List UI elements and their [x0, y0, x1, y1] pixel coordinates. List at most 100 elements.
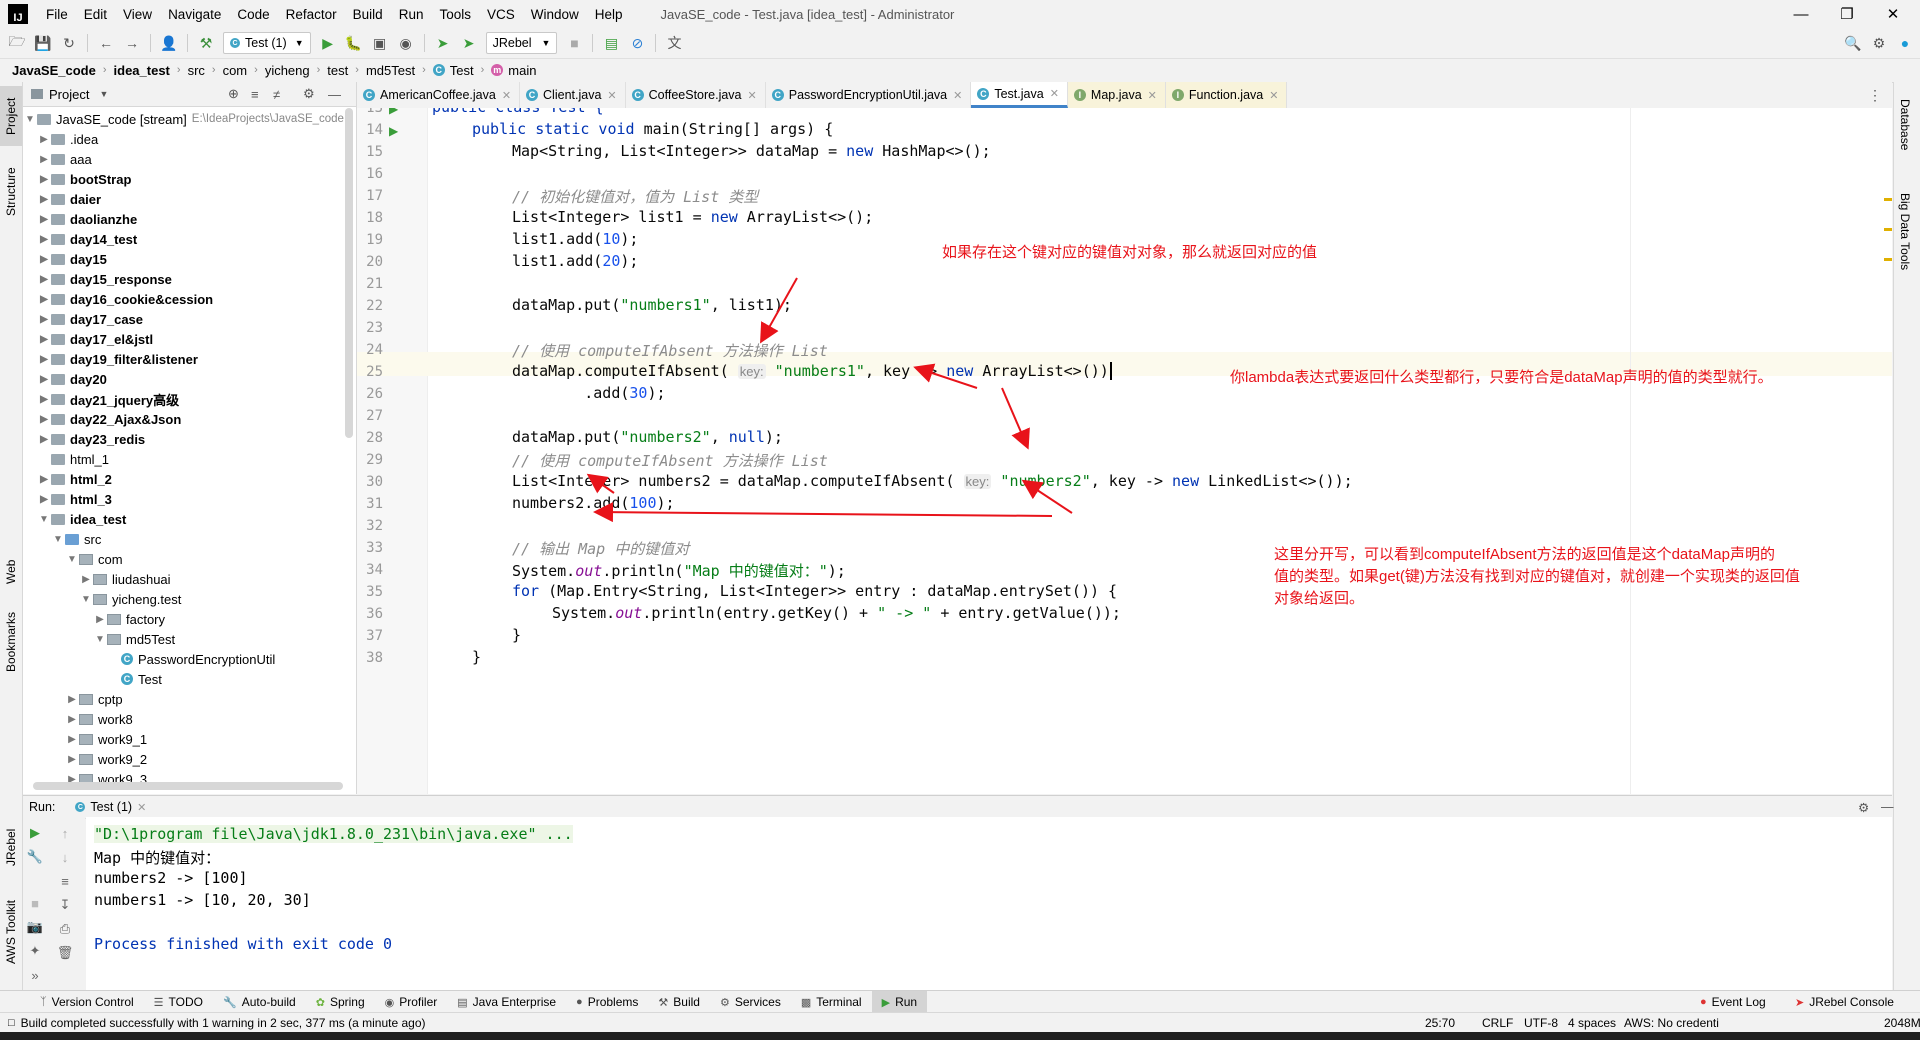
breadcrumb-project[interactable]: JavaSE_code [8, 63, 100, 78]
menu-run[interactable]: Run [391, 7, 432, 22]
close-tab-icon[interactable]: ✕ [1269, 89, 1278, 102]
chevron-right-icon[interactable]: ▶ [37, 274, 51, 285]
minimize-icon[interactable]: — [1778, 0, 1824, 28]
chevron-right-icon[interactable]: ▶ [37, 314, 51, 325]
tool-tab-problems[interactable]: ● Problems [566, 991, 648, 1013]
chevron-down-icon[interactable]: ▼ [51, 534, 65, 545]
close-tab-icon[interactable]: ✕ [748, 89, 757, 102]
tree-item[interactable]: ▶ liudashuai [23, 569, 356, 589]
tree-item[interactable]: ▶ work9_1 [23, 729, 356, 749]
tree-item[interactable]: html_1 [23, 449, 356, 469]
chevron-right-icon[interactable]: ▶ [37, 434, 51, 445]
open-folder-icon[interactable]: 🗁 [4, 31, 30, 55]
chevron-right-icon[interactable]: ▶ [65, 734, 79, 745]
breadcrumb-method[interactable]: main [508, 63, 540, 78]
profile-icon[interactable]: ◉ [393, 31, 419, 55]
menu-tools[interactable]: Tools [431, 7, 479, 22]
camera-icon[interactable]: 📷 [25, 917, 45, 937]
wrench-icon[interactable]: 🔧 [25, 847, 45, 867]
plugin-icon[interactable]: ● [1892, 31, 1918, 55]
chevron-right-icon[interactable]: ▶ [65, 754, 79, 765]
breadcrumb-class[interactable]: Test [450, 63, 478, 78]
tree-item[interactable]: ▶ day17_case [23, 309, 356, 329]
chevron-right-icon[interactable]: ▶ [65, 694, 79, 705]
close-tab-icon[interactable]: ✕ [137, 801, 146, 814]
breadcrumb-src[interactable]: src [184, 63, 209, 78]
chevron-right-icon[interactable]: ▶ [37, 234, 51, 245]
chevron-down-icon[interactable]: ▼ [99, 89, 108, 99]
breadcrumb-module[interactable]: idea_test [110, 63, 174, 78]
chevron-right-icon[interactable]: ▶ [37, 154, 51, 165]
hide-icon[interactable]: — [1881, 800, 1894, 814]
tree-item[interactable]: ▶ aaa [23, 149, 356, 169]
chevron-right-icon[interactable]: ▶ [79, 574, 93, 585]
chevron-down-icon[interactable]: ▼ [23, 114, 37, 125]
tree-item[interactable]: ▶ day20 [23, 369, 356, 389]
chevron-right-icon[interactable]: ▶ [37, 174, 51, 185]
status-icon[interactable]: □ [8, 1017, 15, 1029]
chevron-right-icon[interactable]: ▶ [37, 474, 51, 485]
chevron-right-icon[interactable]: ▶ [37, 374, 51, 385]
close-tab-icon[interactable]: ✕ [953, 89, 962, 102]
tree-item[interactable]: ▼ yicheng.test [23, 589, 356, 609]
tree-item[interactable]: ▶ day15_response [23, 269, 356, 289]
chevron-right-icon[interactable]: ▶ [93, 614, 107, 625]
tree-item[interactable]: ▶ html_3 [23, 489, 356, 509]
tool-tab-java-enterprise[interactable]: ▤ Java Enterprise [447, 991, 566, 1013]
tool-tab-todo[interactable]: ☰ TODO [144, 991, 213, 1013]
jrebel-run-icon[interactable]: ➤ [430, 31, 456, 55]
jrebel-select[interactable]: JRebel ▼ [485, 32, 558, 54]
tree-root[interactable]: ▼ JavaSE_code [stream] E:\IdeaProjects\J… [23, 109, 356, 129]
tree-item[interactable]: ▶ day22_Ajax&Json [23, 409, 356, 429]
arrow-up-icon[interactable]: ↑ [55, 823, 75, 843]
chevron-down-icon[interactable]: ▼ [37, 514, 51, 525]
tab-function[interactable]: I Function.java ✕ [1165, 82, 1288, 108]
coverage-icon[interactable]: ▣ [367, 31, 393, 55]
tree-item[interactable]: ▶ daolianzhe [23, 209, 356, 229]
chevron-down-icon[interactable]: ▼ [93, 634, 107, 645]
tree-item[interactable]: ▼ src [23, 529, 356, 549]
tree-item[interactable]: ▶ work8 [23, 709, 356, 729]
tree-item[interactable]: C Test [23, 669, 356, 689]
tab-client[interactable]: C Client.java ✕ [520, 82, 626, 108]
chevron-down-icon[interactable]: ▼ [65, 554, 79, 565]
tool-tab-terminal[interactable]: ▩ Terminal [791, 991, 872, 1013]
chevron-right-icon[interactable]: ▶ [37, 494, 51, 505]
tool-tab-jrebel[interactable]: JRebel [0, 817, 22, 877]
menu-refactor[interactable]: Refactor [278, 7, 345, 22]
tree-item[interactable]: ▶ daier [23, 189, 356, 209]
jrebel-debug-icon[interactable]: ➤ [456, 31, 482, 55]
tab-test[interactable]: C Test.java ✕ [971, 82, 1068, 108]
gear-icon[interactable]: ⚙ [1866, 31, 1892, 55]
stop-icon[interactable]: ■ [561, 31, 587, 55]
tool-tab-jrebel-console[interactable]: ➤ JRebel Console [1785, 991, 1904, 1013]
tool-tab-web[interactable]: Web [0, 552, 22, 592]
print-icon[interactable]: ⎙ [55, 919, 75, 939]
project-view-select[interactable]: Project [49, 87, 89, 102]
breadcrumb-test[interactable]: test [323, 63, 352, 78]
trash-icon[interactable]: 🗑 [55, 943, 75, 963]
breadcrumb-yicheng[interactable]: yicheng [261, 63, 314, 78]
menu-navigate[interactable]: Navigate [160, 7, 229, 22]
gear-icon[interactable]: ⚙ [1858, 800, 1869, 815]
collapse-all-icon[interactable]: ≠ [273, 87, 280, 102]
memory-indicator[interactable]: 2048M [1884, 1016, 1920, 1030]
close-icon[interactable]: ✕ [1870, 0, 1916, 28]
arrow-down-icon[interactable]: ↓ [55, 847, 75, 867]
chevron-right-icon[interactable]: ▶ [37, 414, 51, 425]
tool-tab-event-log[interactable]: ● Event Log [1690, 991, 1776, 1013]
project-scrollbar[interactable] [345, 108, 353, 438]
breadcrumb-md5test[interactable]: md5Test [362, 63, 419, 78]
stop-icon[interactable]: ■ [25, 893, 45, 913]
forward-icon[interactable]: → [119, 31, 145, 55]
tool-tab-spring[interactable]: ✿ Spring [306, 991, 375, 1013]
status-message[interactable]: Build completed successfully with 1 warn… [21, 1016, 426, 1030]
project-h-scrollbar[interactable] [33, 782, 343, 790]
back-icon[interactable]: ← [93, 31, 119, 55]
line-separator[interactable]: CRLF [1482, 1016, 1513, 1030]
chevron-right-icon[interactable]: ▶ [37, 194, 51, 205]
tool-tab-auto-build[interactable]: 🔧 Auto-build [213, 991, 306, 1013]
chevron-right-icon[interactable]: ▶ [37, 294, 51, 305]
tree-item[interactable]: ▼ idea_test [23, 509, 356, 529]
search-icon[interactable]: 🔍 [1840, 31, 1866, 55]
